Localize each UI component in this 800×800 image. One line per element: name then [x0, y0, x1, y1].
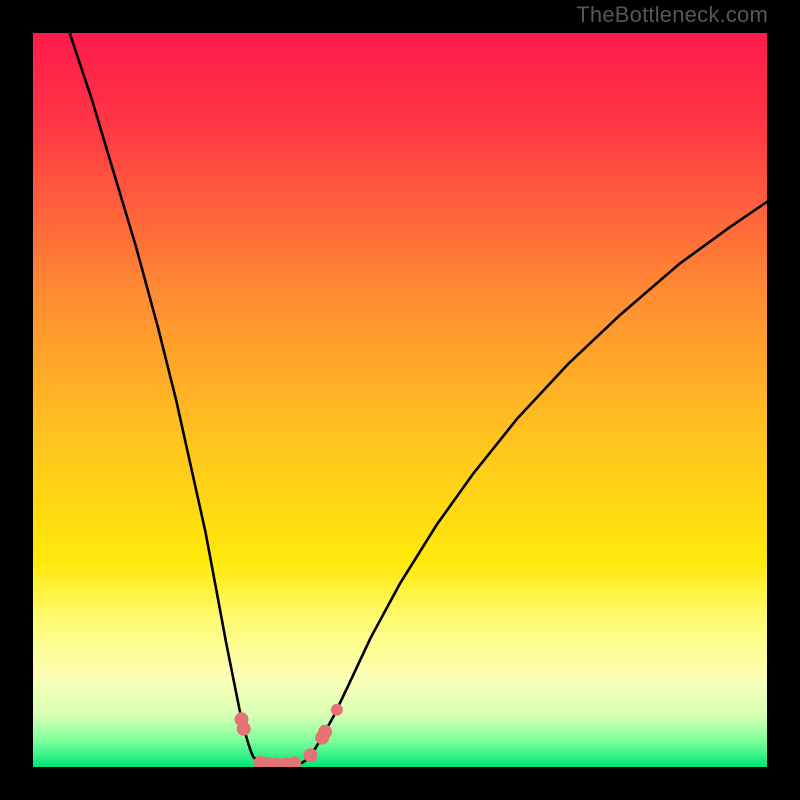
- plot-area: [33, 33, 767, 767]
- curve-lines: [70, 33, 767, 766]
- data-marker: [237, 722, 251, 736]
- data-marker: [331, 704, 343, 716]
- data-marker: [287, 756, 301, 767]
- curve-layer: [33, 33, 767, 767]
- data-marker: [303, 748, 317, 762]
- bottleneck-curve: [70, 33, 767, 766]
- data-marker: [318, 725, 332, 739]
- watermark-text: TheBottleneck.com: [576, 2, 768, 28]
- chart-frame: TheBottleneck.com: [0, 0, 800, 800]
- data-markers: [234, 704, 342, 767]
